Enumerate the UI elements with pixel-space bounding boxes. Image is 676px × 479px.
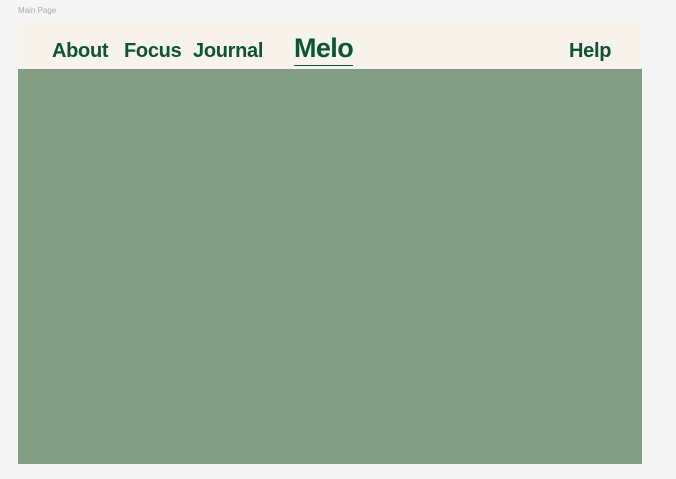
nav-link-help[interactable]: Help (569, 39, 611, 63)
nav-link-about[interactable]: About (52, 39, 109, 63)
design-canvas: Main Page About Focus Journal Melo Help (0, 0, 676, 479)
nav-link-focus[interactable]: Focus (124, 39, 182, 63)
main-page-frame: About Focus Journal Melo Help (18, 22, 642, 464)
brand-logo-link[interactable]: Melo (294, 32, 354, 66)
frame-label[interactable]: Main Page (18, 6, 56, 15)
nav-link-journal[interactable]: Journal (193, 39, 263, 63)
main-content-area (18, 69, 642, 464)
top-navbar: About Focus Journal Melo Help (18, 22, 642, 69)
